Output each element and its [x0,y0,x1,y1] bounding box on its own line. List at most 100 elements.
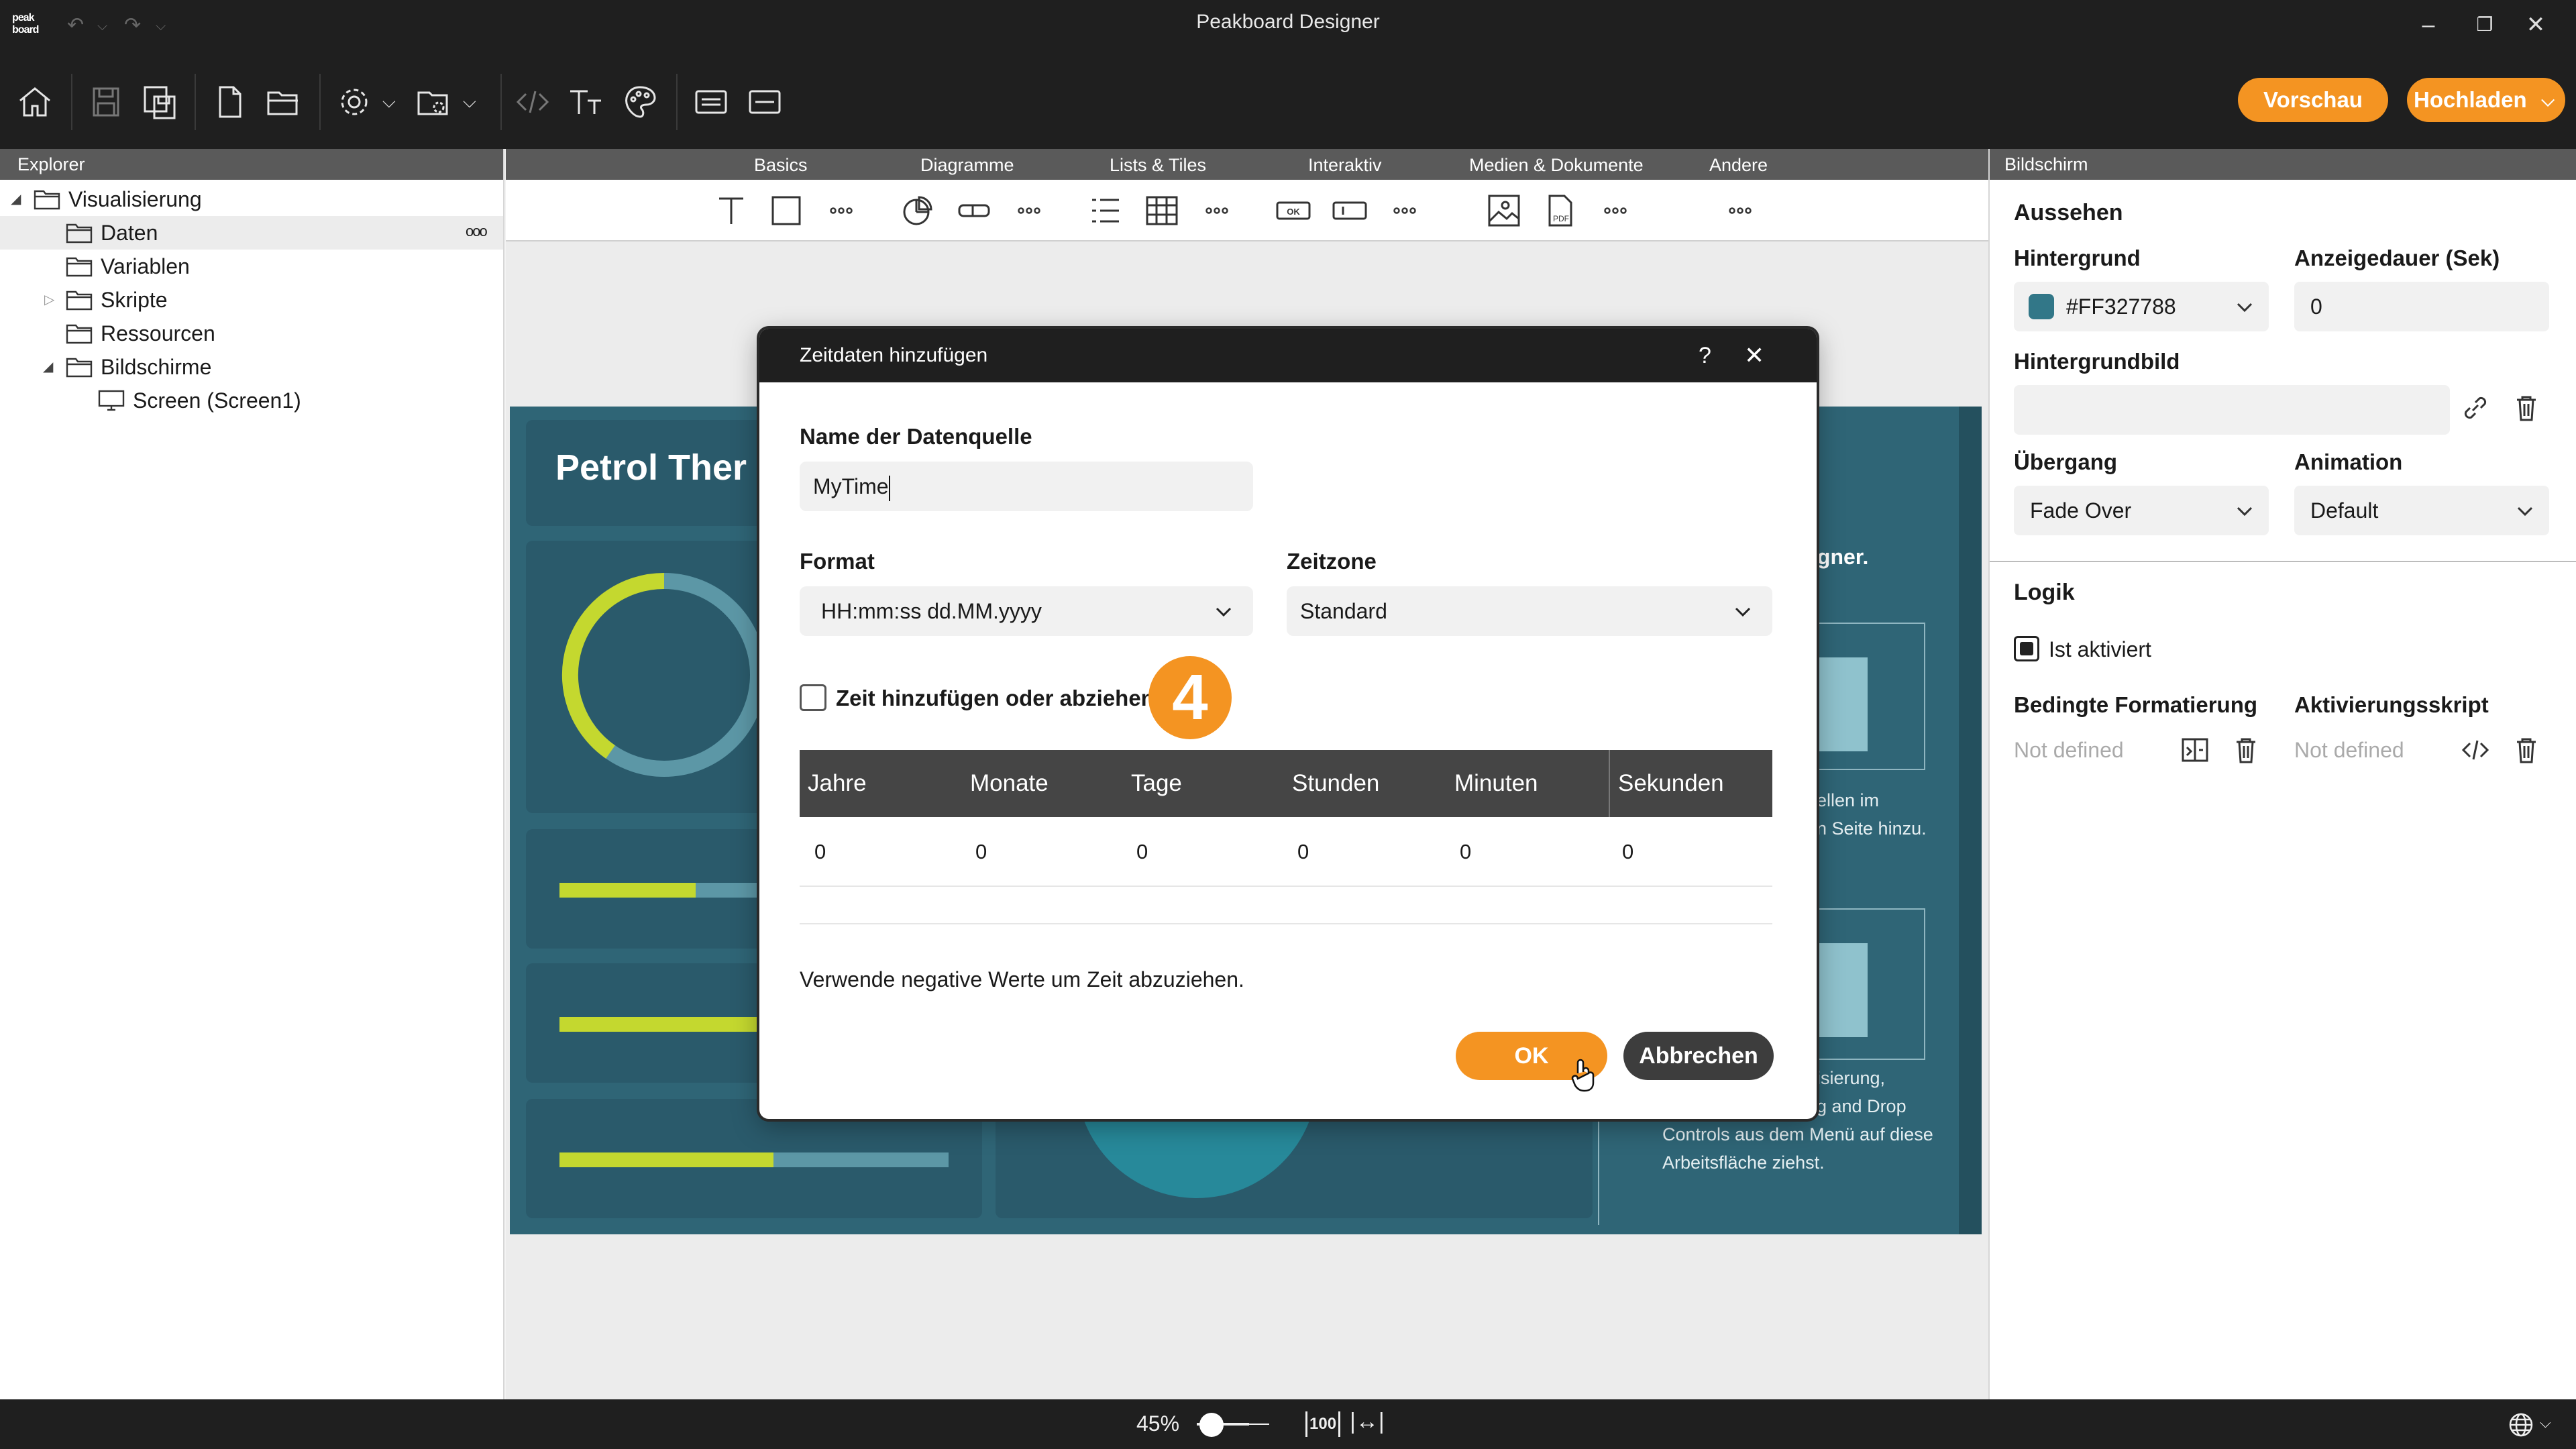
hand-cursor-icon [1571,1059,1595,1092]
code-icon[interactable] [511,80,554,123]
tree-item-daten[interactable]: Daten ooo [0,216,503,250]
text-cursor [888,475,890,501]
more-other-icon[interactable] [1721,192,1759,229]
activation-script-value: Not defined [2294,738,2404,762]
upload-button[interactable]: Hochladen ⌵ [2407,78,2565,122]
settings-gear-icon[interactable] [333,80,376,123]
animation-select[interactable]: Default [2294,486,2549,535]
more-media-icon[interactable] [1597,192,1634,229]
device-settings-dropdown-icon[interactable]: ⌵ [463,91,483,134]
tree-item-skripte[interactable]: ▷ Skripte [0,283,503,317]
explorer-header: Explorer [0,149,503,180]
tree-item-visualisierung[interactable]: ◢ Visualisierung [0,182,503,216]
collapsed-caret-icon[interactable]: ▷ [44,283,54,317]
close-window-button[interactable]: ✕ [2516,8,2556,42]
zoom-slider-track[interactable] [1216,1424,1269,1425]
list-control-icon[interactable] [1087,192,1124,229]
text-style-icon[interactable] [565,80,608,123]
tree-item-variablen[interactable]: Variablen [0,250,503,283]
text-control-icon[interactable] [712,192,750,229]
close-dialog-icon[interactable]: ✕ [1744,329,1764,382]
minimize-button[interactable]: – [2408,8,2449,42]
expanded-caret-icon[interactable]: ◢ [43,350,53,384]
tree-item-ressourcen[interactable]: Ressourcen [0,317,503,350]
status-bar: 45% 100 |↔| ⌵ [0,1399,2576,1449]
seconds-cell[interactable]: 0 [1622,817,1633,887]
home-icon[interactable] [13,80,56,123]
category-diagramme[interactable]: Diagramme [920,155,1014,176]
years-cell[interactable]: 0 [814,817,826,887]
save-icon[interactable] [85,80,127,123]
open-folder-icon[interactable] [262,80,305,123]
preview-button[interactable]: Vorschau [2238,78,2388,122]
trash-icon[interactable] [2510,392,2542,424]
category-basics[interactable]: Basics [754,155,808,176]
help-icon[interactable]: ? [1699,329,1711,382]
cond-format-value: Not defined [2014,738,2124,762]
progress-bar-fill [559,1017,793,1032]
expanded-caret-icon[interactable]: ◢ [11,182,21,216]
progress-bar-icon[interactable] [955,192,993,229]
tree-item-screen1[interactable]: Screen (Screen1) [0,384,503,417]
folder-icon [34,190,60,210]
timezone-select[interactable]: Standard [1287,586,1772,636]
table-new-row[interactable] [800,887,1772,924]
more-basics-icon[interactable] [822,192,860,229]
format-select[interactable]: HH:mm:ss dd.MM.yyyy [800,586,1253,636]
trash-icon[interactable] [2510,734,2542,766]
image-control-icon[interactable] [1485,192,1523,229]
dialog-title: Zeitdaten hinzufügen [800,344,988,366]
hours-cell[interactable]: 0 [1297,817,1309,887]
zoom-slider-handle[interactable] [1199,1413,1224,1437]
pie-chart-icon[interactable] [899,192,936,229]
more-interactive-icon[interactable] [1386,192,1424,229]
table-control-icon[interactable] [1143,192,1181,229]
add-subtract-time-checkbox[interactable] [800,684,826,711]
save-as-icon[interactable] [138,80,181,123]
peakboard-box-icon[interactable] [690,80,733,123]
fit-to-screen-icon[interactable]: |↔| [1350,1409,1385,1435]
transition-select[interactable]: Fade Over [2014,486,2269,535]
reset-zoom-button[interactable]: 100 [1305,1411,1341,1437]
minutes-cell[interactable]: 0 [1460,817,1471,887]
link-icon[interactable] [2459,392,2491,424]
restore-button[interactable]: ❐ [2465,8,2505,42]
edit-formatting-icon[interactable] [2179,734,2211,766]
datasource-name-input[interactable]: MyTime [800,462,1253,511]
background-color-select[interactable]: #FF327788 [2014,282,2269,331]
more-diagrams-icon[interactable] [1010,192,1048,229]
category-medien-dokumente[interactable]: Medien & Dokumente [1469,155,1644,176]
background-image-input[interactable] [2014,385,2450,435]
settings-dropdown-icon[interactable]: ⌵ [382,91,402,134]
active-checkbox[interactable] [2014,636,2039,661]
designer-heading: igner. [1811,545,1869,569]
device-settings-icon[interactable] [412,80,455,123]
table-row[interactable]: 0 0 0 0 0 0 [800,817,1772,887]
peakboard-edge-icon[interactable] [743,80,786,123]
category-andere[interactable]: Andere [1709,155,1768,176]
tree-item-bildschirme[interactable]: ◢ Bildschirme [0,350,503,384]
step-badge: 4 [1148,656,1232,739]
duration-input[interactable]: 0 [2294,282,2549,331]
textbox-control-icon[interactable] [1331,192,1368,229]
trash-icon[interactable] [2230,734,2262,766]
shape-control-icon[interactable] [767,192,805,229]
category-lists-tiles[interactable]: Lists & Tiles [1110,155,1206,176]
months-cell[interactable]: 0 [975,817,987,887]
globe-icon[interactable] [2508,1411,2534,1438]
cancel-button[interactable]: Abbrechen [1623,1032,1774,1080]
days-cell[interactable]: 0 [1136,817,1148,887]
color-palette-icon[interactable] [619,80,661,123]
code-icon[interactable] [2459,734,2491,766]
pdf-control-icon[interactable]: PDF [1542,192,1579,229]
more-options-icon[interactable]: ooo [466,215,488,248]
language-dropdown-icon[interactable]: ⌵ [2540,1414,2551,1432]
title-bar: peak board ↶ ⌵ ↷ ⌵ Peakboard Designer – … [0,0,2576,51]
button-control-icon[interactable]: OK [1275,192,1312,229]
more-lists-icon[interactable] [1198,192,1236,229]
new-file-icon[interactable] [208,80,251,123]
hint-text-1: ellen im n Seite hinzu. [1817,790,1927,839]
add-subtract-time-label: Zeit hinzufügen oder abziehen [836,686,1155,710]
category-interaktiv[interactable]: Interaktiv [1308,155,1382,176]
negative-values-hint: Verwende negative Werte um Zeit abzuzieh… [800,967,1244,991]
